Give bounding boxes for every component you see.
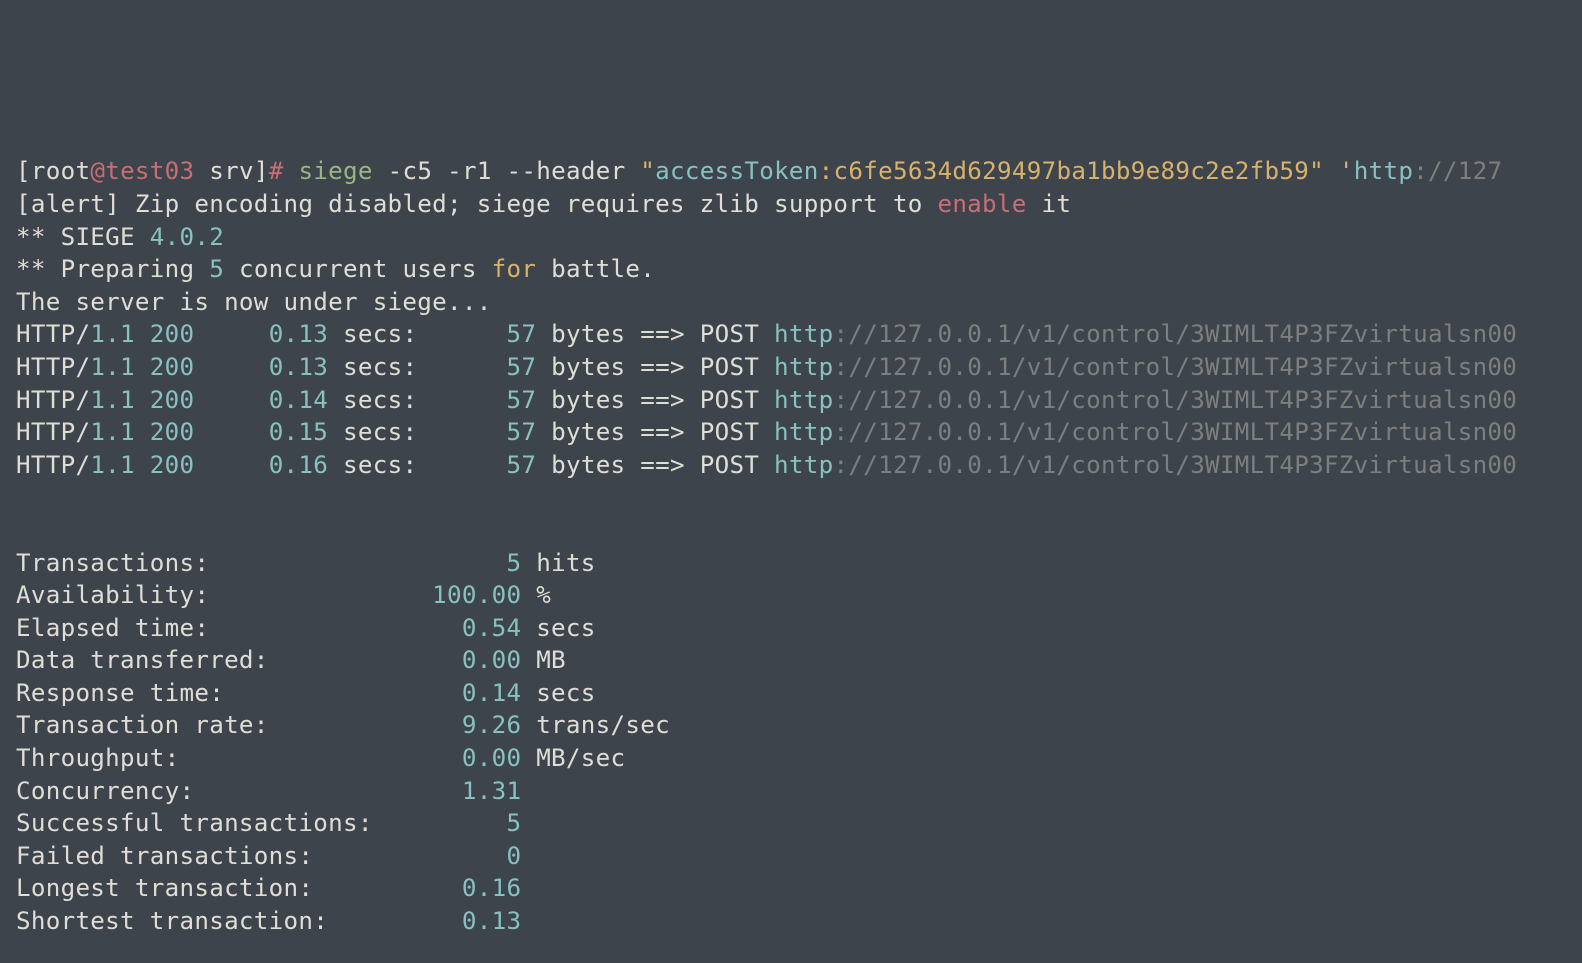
quote-close: " [1309,157,1324,185]
command-flags: -c5 -r1 --header [373,157,626,185]
prep-count: 5 [209,255,224,283]
under-siege-line: The server is now under siege... [16,288,492,316]
bracket-close: ] [254,157,269,185]
stats-block: Transactions: 5 hits Availability: 100.0… [16,549,670,936]
preparing-line: ** Preparing 5 concurrent users for batt… [16,255,655,283]
header-value: c6fe5634d629497ba1bb9e89c2e2fb59 [834,157,1310,185]
alert-enable: enable [937,190,1026,218]
user: root [31,157,90,185]
prep-for: for [492,255,537,283]
prompt-line-1: [root@test03 srv]# siege -c5 -r1 --heade… [16,157,1502,185]
alert-post: it [1027,190,1072,218]
header-key: accessToken [655,157,818,185]
header-colon: : [819,157,834,185]
siege-version: 4.0.2 [150,223,224,251]
url-rest: ://127 [1413,157,1502,185]
at-host: @test03 [90,157,194,185]
alert-pre: [alert] Zip encoding disabled; siege req… [16,190,937,218]
alert-line: [alert] Zip encoding disabled; siege req… [16,190,1071,218]
quote-open: " [625,157,655,185]
prep-post: battle. [536,255,655,283]
prep-mid: concurrent users [224,255,492,283]
url-quote-open: ' [1324,157,1354,185]
terminal[interactable]: [root@test03 srv]# siege -c5 -r1 --heade… [0,130,1582,963]
bracket-open: [ [16,157,31,185]
prep-pre: ** Preparing [16,255,209,283]
url-scheme: http [1354,157,1413,185]
request-lines: HTTP/1.1 200 0.13 secs: 57 bytes ==> POS… [16,320,1517,478]
command-name: siege [284,157,373,185]
siege-label: ** SIEGE [16,223,150,251]
hash: # [269,157,284,185]
cwd: srv [194,157,253,185]
siege-version-line: ** SIEGE 4.0.2 [16,223,224,251]
